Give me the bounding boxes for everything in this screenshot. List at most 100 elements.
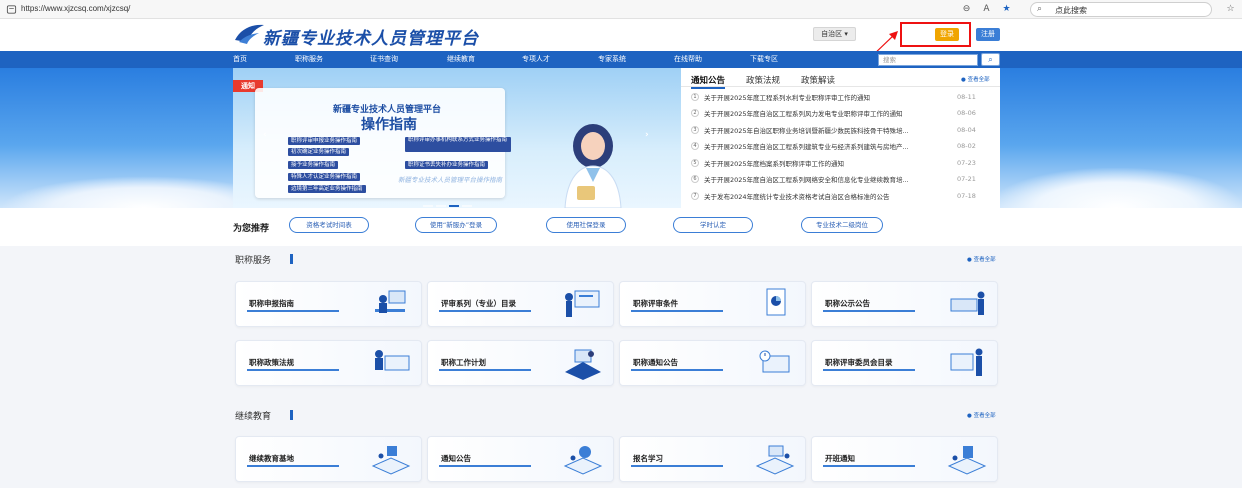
social-security-login-button[interactable]: 使用社保登录 — [546, 217, 626, 233]
level2-post-button[interactable]: 专业技术二级岗位 — [801, 217, 883, 233]
section-marker — [290, 254, 293, 264]
notice-title[interactable]: 关于开展2025年度档案系列职称评审工作的通知 — [704, 158, 934, 168]
carousel-next-icon[interactable]: › — [645, 130, 649, 140]
nav-online-help[interactable]: 在线帮助 — [674, 51, 702, 68]
notice-item[interactable]: 1 关于开展2025年度工程系列水利专业职称评审工作的通知 08-11 — [691, 92, 991, 104]
card-committee-catalog[interactable]: 职称评审委员会目录 — [811, 340, 998, 386]
divider — [681, 86, 1000, 87]
search-icon: ⌕ — [1037, 4, 1043, 14]
recommend-bar: 为您推荐 资格考试时间表 使用“新服办”登录 使用社保登录 学时认定 专业技术二… — [0, 208, 1242, 246]
card-underline — [439, 369, 531, 371]
card-edu-notices[interactable]: 通知公告 — [427, 436, 614, 482]
nav-download[interactable]: 下载专区 — [750, 51, 778, 68]
card-work-plan[interactable]: 职称工作计划 — [427, 340, 614, 386]
card-label: 通知公告 — [441, 454, 471, 463]
notice-title[interactable]: 关于开展2025年度自治区工程系列网络安全和信息化专业继续教育培... — [704, 174, 934, 184]
card-underline — [631, 465, 723, 467]
nav-title-service[interactable]: 职称服务 — [295, 51, 323, 68]
card-underline — [631, 369, 723, 371]
nav-expert-system[interactable]: 专家系统 — [598, 51, 626, 68]
read-aloud-icon[interactable]: A — [980, 3, 993, 16]
notice-item[interactable]: 5 关于开展2025年度档案系列职称评审工作的通知 07-23 — [691, 158, 991, 170]
notice-item[interactable]: 7 关于发布2024年度统计专业技术资格考试自治区合格标准的公告 07-18 — [691, 191, 991, 203]
card-enroll-study[interactable]: 报名学习 — [619, 436, 806, 482]
view-all-label: 查看全部 — [973, 257, 996, 263]
carousel-dot[interactable] — [423, 205, 433, 207]
search-icon: ⌕ — [988, 55, 993, 64]
notice-index: 1 — [691, 93, 699, 101]
register-button[interactable]: 注册 — [976, 28, 1000, 41]
card-label: 职称评审委员会目录 — [825, 358, 893, 367]
person-at-desk-icon — [375, 290, 406, 313]
zoom-icon[interactable]: ⊖ — [960, 3, 973, 16]
notice-index: 4 — [691, 142, 699, 150]
card-series-catalog[interactable]: 评审系列（专业）目录 — [427, 281, 614, 327]
standing-person-icon — [950, 348, 983, 376]
notice-title[interactable]: 关于发布2024年度统计专业技术资格考试自治区合格标准的公告 — [704, 191, 934, 201]
notice-item[interactable]: 6 关于开展2025年度自治区工程系列网络安全和信息化专业继续教育培... 07… — [691, 174, 991, 186]
study-hours-button[interactable]: 学时认定 — [673, 217, 753, 233]
card-public-notices[interactable]: 职称公示公告 — [811, 281, 998, 327]
platform-people-icon — [563, 446, 603, 475]
guide-chip: 边境第三年高定业务操作指南 — [288, 185, 366, 193]
clock-documents-icon — [759, 350, 790, 373]
carousel-prev-icon[interactable]: ‹ — [263, 130, 267, 140]
carousel-dot-active[interactable] — [449, 205, 459, 207]
tab-policy-interpretation[interactable]: 政策解读 — [801, 74, 835, 86]
notice-date: 08-06 — [957, 109, 976, 117]
notice-item[interactable]: 2 关于开展2025年度自治区工程系列风力发电专业职称评审工作的通知 08-06 — [691, 108, 991, 120]
xinfuban-login-button[interactable]: 使用“新服办”登录 — [415, 217, 497, 233]
browser-search-box[interactable]: ⌕ 点此搜索 — [1030, 2, 1212, 17]
guide-chip: 职称证书丢失补办业务操作指南 — [405, 161, 489, 169]
notice-item[interactable]: 4 关于开展2025年度自治区工程系列建筑专业与经济系列建筑与房地产... 08… — [691, 141, 991, 153]
page-info-icon[interactable] — [6, 4, 17, 15]
card-class-notices[interactable]: 开班通知 — [811, 436, 998, 482]
nav-home[interactable]: 首页 — [233, 51, 247, 68]
notice-title[interactable]: 关于开展2025年度自治区工程系列建筑专业与经济系列建筑与房地产... — [704, 141, 934, 151]
card-notices[interactable]: 职称通知公告 — [619, 340, 806, 386]
banner-subtitle: 操作指南 — [361, 117, 417, 133]
section-title: 继续教育 — [235, 412, 272, 422]
notice-title[interactable]: 关于开展2025年度自治区工程系列风力发电专业职称评审工作的通知 — [704, 108, 934, 118]
card-policies[interactable]: 职称政策法规 — [235, 340, 422, 386]
card-underline — [439, 310, 531, 312]
section-view-all-link[interactable]: ● 查看全部 — [967, 411, 996, 419]
view-all-label: 查看全部 — [973, 413, 996, 419]
notice-index: 3 — [691, 126, 699, 134]
nav-certificate[interactable]: 证书查询 — [370, 51, 398, 68]
notice-item[interactable]: 3 关于开展2025年自治区职称业务培训暨新疆少数民族科技骨干特殊培... 08… — [691, 125, 991, 137]
carousel-dot[interactable] — [462, 205, 472, 207]
notice-date: 08-11 — [957, 93, 976, 101]
banner-slogan: 新疆专业技术人员管理平台操作指南 — [398, 176, 502, 184]
card-application-guide[interactable]: 职称申报指南 — [235, 281, 422, 327]
nav-continuing-edu[interactable]: 继续教育 — [447, 51, 475, 68]
card-edu-base[interactable]: 继续教育基地 — [235, 436, 422, 482]
section-view-all-link[interactable]: ● 查看全部 — [967, 255, 996, 263]
card-evaluation-criteria[interactable]: 职称评审条件 — [619, 281, 806, 327]
carousel[interactable]: 通知 新疆专业技术人员管理平台 操作指南 职称评审申报业务操作指南 初次确定业务… — [233, 68, 681, 208]
notice-title[interactable]: 关于开展2025年度工程系列水利专业职称评审工作的通知 — [704, 92, 934, 102]
tab-policies[interactable]: 政策法规 — [746, 74, 780, 86]
nav-special-talent[interactable]: 专项人才 — [522, 51, 550, 68]
guide-chip: 职称评审办事机构联系方式业务操作指南 — [405, 137, 511, 152]
favorite-star-icon[interactable]: ★ — [1000, 3, 1013, 16]
notice-date: 08-02 — [957, 142, 976, 150]
favorites-icon[interactable]: ☆ — [1224, 3, 1237, 16]
main-nav: 首页 职称服务 证书查询 继续教育 专项人才 专家系统 在线帮助 下载专区 — [0, 51, 1242, 68]
card-label: 继续教育基地 — [249, 454, 294, 463]
continuing-edu-section: 继续教育 ● 查看全部 继续教育基地 通知公告 报名学习 开班通知 — [0, 400, 1242, 488]
card-label: 报名学习 — [633, 454, 663, 463]
site-search-button[interactable]: ⌕ — [981, 53, 1000, 66]
carousel-dot[interactable] — [436, 205, 446, 207]
notice-date: 08-04 — [957, 126, 976, 134]
site-search-input[interactable]: 搜索 — [878, 54, 978, 66]
laptop-person-icon — [375, 350, 410, 371]
notice-title[interactable]: 关于开展2025年自治区职称业务培训暨新疆少数民族科技骨干特殊培... — [704, 125, 934, 135]
notice-view-all-link[interactable]: ● 查看全部 — [961, 75, 990, 83]
browser-toolbar: https://www.xjzcsq.com/xjzcsq/ ⊖ A ★ ⌕ 点… — [0, 0, 1242, 19]
cloud-decoration — [0, 176, 240, 208]
exam-schedule-button[interactable]: 资格考试时间表 — [289, 217, 369, 233]
address-bar-url[interactable]: https://www.xjzcsq.com/xjzcsq/ — [21, 4, 130, 13]
login-button[interactable]: 登录 — [935, 28, 959, 41]
card-underline — [823, 369, 915, 371]
